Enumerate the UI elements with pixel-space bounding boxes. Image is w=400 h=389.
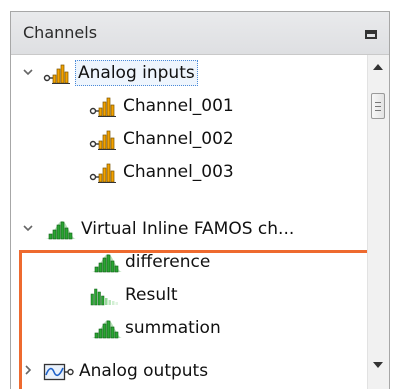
- tree-node-label: summation: [125, 318, 221, 338]
- chevron-down-icon[interactable]: [21, 65, 35, 79]
- tree-node-label: Analog inputs: [75, 60, 198, 86]
- analog-input-icon: [89, 163, 116, 183]
- green-histogram-icon: [45, 221, 76, 240]
- tree-node-virtual-channel[interactable]: Result: [11, 279, 367, 312]
- tree-node-virtual-inline-famos[interactable]: Virtual Inline FAMOS ch...: [11, 213, 367, 246]
- tree-node-label: Channel_001: [123, 96, 234, 116]
- scroll-thumb[interactable]: [371, 93, 385, 119]
- green-histogram-icon: [91, 320, 122, 339]
- tree-node-virtual-channel[interactable]: summation: [11, 312, 367, 345]
- analog-input-icon: [43, 64, 70, 84]
- tree-node-channel[interactable]: Channel_001: [11, 90, 367, 123]
- tree-node-label: difference: [125, 252, 211, 272]
- tree-node-label: Channel_003: [123, 162, 234, 182]
- channel-tree: Analog inputs Channel_001 Channel_002 Ch…: [11, 55, 367, 389]
- tree-node-label: Virtual Inline FAMOS ch...: [81, 219, 295, 239]
- tree-node-analog-inputs[interactable]: Analog inputs: [11, 57, 367, 90]
- tree-node-label: Channel_002: [123, 129, 234, 149]
- panel-header: Channels: [11, 12, 389, 55]
- panel-title: Channels: [23, 23, 98, 42]
- tree-node-analog-outputs[interactable]: Analog outputs: [11, 355, 367, 388]
- scroll-up-arrow-icon[interactable]: [372, 63, 384, 71]
- tree-node-channel[interactable]: Channel_002: [11, 123, 367, 156]
- green-histogram-icon: [91, 254, 122, 273]
- channels-panel: Channels Analog inputs Channel_001 Chann…: [10, 11, 390, 389]
- vertical-scrollbar[interactable]: [367, 55, 389, 389]
- tree-node-label: Result: [125, 285, 178, 305]
- green-histogram-faded-icon: [90, 288, 118, 306]
- tree-node-channel[interactable]: Channel_003: [11, 156, 367, 189]
- analog-input-icon: [89, 130, 116, 150]
- chevron-right-icon[interactable]: [21, 363, 35, 377]
- scroll-down-arrow-icon[interactable]: [372, 361, 384, 369]
- tree-node-virtual-channel[interactable]: difference: [11, 246, 367, 279]
- analog-input-icon: [89, 97, 116, 117]
- chevron-down-icon[interactable]: [21, 221, 35, 235]
- tree-node-label: Analog outputs: [79, 361, 209, 381]
- analog-output-icon: [43, 363, 74, 381]
- maximize-icon[interactable]: [365, 30, 377, 39]
